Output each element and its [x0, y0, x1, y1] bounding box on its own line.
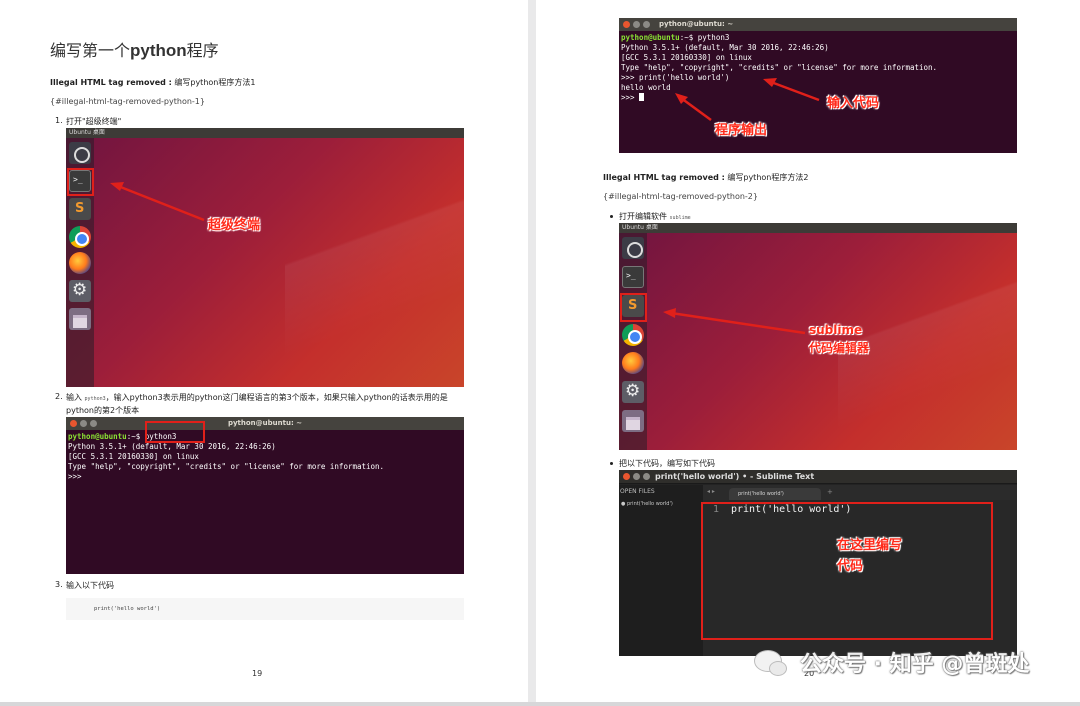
step3-text: 输入以下代码	[66, 581, 114, 590]
terminal-output: python@ubuntu:~$ python3 Python 3.5.1+ (…	[68, 432, 384, 482]
arrow-to-terminal	[110, 182, 205, 222]
viewer-bottom-strip	[0, 702, 1080, 706]
tab-row: ◂ ▸ print('hello world') +	[703, 485, 1017, 500]
bullet-dot	[610, 215, 613, 218]
wechat-icon	[754, 650, 787, 676]
sublime-screenshot: print('hello world') • - Sublime Text OP…	[619, 470, 1017, 656]
prompt-user: python@ubuntu	[68, 432, 127, 441]
step3-number: 3.	[55, 580, 63, 589]
terminal-screenshot-1: python@ubuntu: ~ python@ubuntu:~$ python…	[66, 417, 464, 574]
annotation-program-output: 程序输出	[715, 123, 768, 138]
bullet1-label: 打开编辑软件	[619, 212, 667, 221]
terminal-title: python@ubuntu: ~	[227, 419, 303, 427]
title-prefix: 编写第一个	[50, 41, 131, 60]
bullet1-text: 打开编辑软件 sublime	[619, 211, 691, 222]
ubuntu-desktop-screenshot-2: Ubuntu 桌面 sublime 代码编辑器	[619, 223, 1017, 450]
ubuntu-desktop-screenshot-1: Ubuntu 桌面 超级终端	[66, 128, 464, 387]
step2-line1: 输入 python3，输入python3表示用的python这门编程语言的第3个…	[66, 392, 448, 403]
method1-anchor: {#illegal-html-tag-removed-python-1}	[50, 97, 205, 106]
terminal-line: [GCC 5.3.1 20160330] on linux	[68, 452, 199, 461]
command-highlight-box	[145, 421, 205, 443]
step1-number: 1.	[55, 116, 63, 125]
open-files-header: OPEN FILES	[620, 488, 655, 495]
new-tab-icon[interactable]: +	[827, 488, 833, 496]
step2-prefix: 输入	[66, 393, 82, 402]
page-title: 编写第一个python程序	[50, 37, 219, 61]
document-page-19: 编写第一个python程序 Illegal HTML tag removed :…	[0, 0, 528, 702]
terminal-line: Python 3.5.1+ (default, Mar 30 2016, 22:…	[68, 442, 276, 451]
code-block: print('hello world')	[66, 598, 464, 620]
heading-rest: 编写python程序方法2	[724, 173, 809, 182]
annotation-input-code: 输入代码	[827, 96, 880, 111]
method2-anchor: {#illegal-html-tag-removed-python-2}	[603, 192, 758, 201]
open-file-item[interactable]: ● print('hello world')	[621, 501, 673, 507]
sublime-title: print('hello world') • - Sublime Text	[655, 472, 815, 481]
watermark-text: 公众号 · 知乎 @曾斑处	[800, 652, 1030, 677]
title-bold: python	[130, 41, 187, 60]
step2-number: 2.	[55, 392, 63, 401]
method2-heading: Illegal HTML tag removed : 编写python程序方法2	[603, 172, 808, 183]
terminal-line: Type "help", "copyright", "credits" or "…	[68, 462, 385, 471]
annotation-code-editor: 代码编辑器	[809, 341, 870, 355]
close-icon[interactable]	[623, 473, 630, 480]
page-number: 19	[252, 669, 263, 678]
terminal-titlebar: python@ubuntu: ~	[66, 417, 464, 430]
bullet2-text: 把以下代码，编写如下代码	[619, 459, 715, 468]
editor-tab[interactable]: print('hello world')	[729, 488, 821, 500]
heading-rest: 编写python程序方法1	[171, 78, 256, 87]
title-suffix: 程序	[186, 41, 219, 60]
annotation-write-here: 在这里编写	[837, 538, 903, 553]
terminal-line: >>>	[68, 472, 82, 481]
document-page-20: python@ubuntu: ~ python@ubuntu:~$ python…	[536, 0, 1080, 702]
annotation-super-terminal: 超级终端	[208, 218, 261, 233]
terminal-screenshot-2: python@ubuntu: ~ python@ubuntu:~$ python…	[619, 18, 1017, 153]
tab-nav-arrows[interactable]: ◂ ▸	[707, 488, 715, 495]
minimize-icon[interactable]	[633, 473, 640, 480]
step2-line2: python的第2个版本	[66, 406, 140, 415]
heading-bold: Illegal HTML tag removed :	[50, 78, 172, 87]
arrows-terminal2	[675, 78, 820, 122]
annotation-sublime: sublime	[809, 323, 863, 337]
step1-text: 打开"超级终端"	[66, 117, 122, 126]
sublime-titlebar: print('hello world') • - Sublime Text	[619, 470, 1017, 484]
prompt-path: :~$	[126, 432, 145, 441]
step2-inline-code: python3	[84, 396, 106, 402]
bullet1-inline-code: sublime	[669, 215, 691, 221]
step2-text: ，输入python3表示用的python这门编程语言的第3个版本，如果只输入py…	[105, 393, 448, 402]
maximize-icon[interactable]	[643, 473, 650, 480]
heading-bold: Illegal HTML tag removed :	[603, 173, 725, 182]
method1-heading: Illegal HTML tag removed : 编写python程序方法1	[50, 77, 255, 88]
annotation-code: 代码	[837, 559, 864, 574]
bullet-dot	[610, 462, 613, 465]
sublime-sidebar: OPEN FILES ● print('hello world')	[619, 485, 703, 656]
